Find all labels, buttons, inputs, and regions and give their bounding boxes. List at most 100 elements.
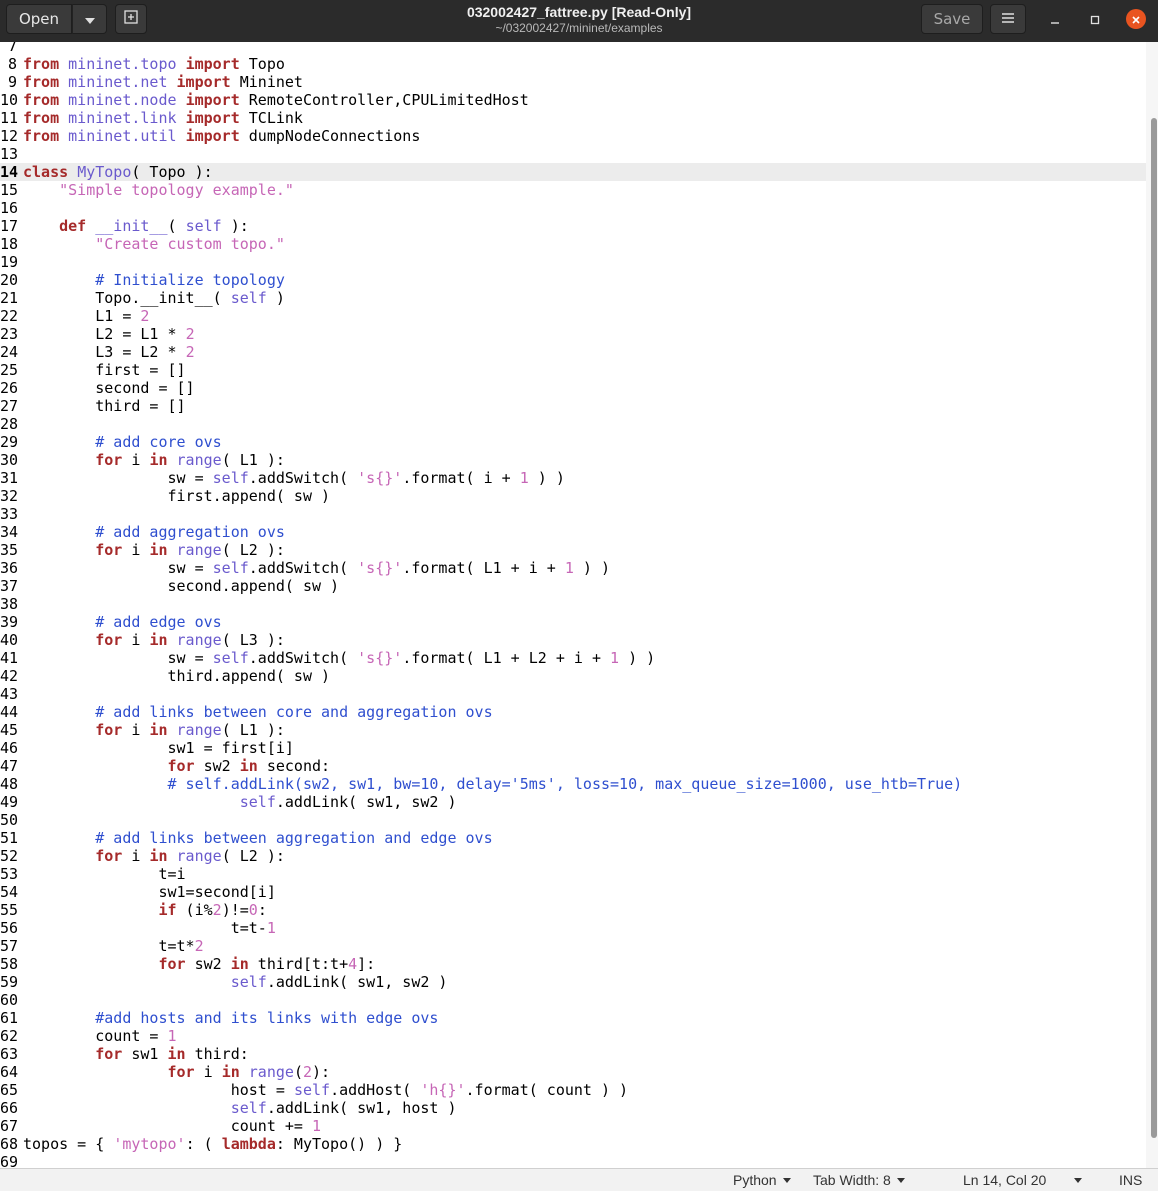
code-line[interactable]: 56 t=t-1	[0, 919, 1146, 937]
code-editor[interactable]: 7 8 from mininet.topo import Topo 9 from min…	[0, 42, 1146, 1168]
line-number: 52	[0, 847, 19, 865]
code-line[interactable]: 63 for sw1 in third:	[0, 1045, 1146, 1063]
code-line[interactable]: 42 third.append( sw )	[0, 667, 1146, 685]
code-text: for sw1 in third:	[95, 1045, 249, 1063]
code-line[interactable]: 24 L3 = L2 * 2	[0, 343, 1146, 361]
header-bar: Open 032002427_fattree.py [Read-Only] ~/…	[0, 0, 1158, 43]
maximize-button[interactable]	[1085, 9, 1105, 29]
code-text: first.append( sw )	[23, 487, 331, 505]
code-text: def __init__( self ):	[59, 217, 249, 235]
code-line[interactable]: 36 sw = self.addSwitch( 's{}'.format( L1…	[0, 559, 1146, 577]
line-number: 48	[0, 775, 19, 793]
code-text: for sw2 in third[t:t+4]:	[158, 955, 376, 973]
code-line[interactable]: 21 Topo.__init__( self )	[0, 289, 1146, 307]
code-line[interactable]: 8 from mininet.topo import Topo	[0, 55, 1146, 73]
code-line[interactable]: 11 from mininet.link import TCLink	[0, 109, 1146, 127]
code-line[interactable]: 19	[0, 253, 1146, 271]
code-line[interactable]: 41 sw = self.addSwitch( 's{}'.format( L1…	[0, 649, 1146, 667]
code-line[interactable]: 66 self.addLink( sw1, host )	[0, 1099, 1146, 1117]
code-line[interactable]: 30 for i in range( L1 ):	[0, 451, 1146, 469]
code-line[interactable]: 61 #add hosts and its links with edge ov…	[0, 1009, 1146, 1027]
code-line[interactable]: 12 from mininet.util import dumpNodeConne…	[0, 127, 1146, 145]
close-icon	[1131, 10, 1141, 29]
code-line[interactable]: 51 # add links between aggregation and e…	[0, 829, 1146, 847]
line-number: 11	[0, 109, 19, 127]
code-line[interactable]: 16	[0, 199, 1146, 217]
code-line[interactable]: 9 from mininet.net import Mininet	[0, 73, 1146, 91]
line-number: 28	[0, 415, 19, 433]
line-number: 62	[0, 1027, 19, 1045]
code-line[interactable]: 13	[0, 145, 1146, 163]
code-line[interactable]: 67 count += 1	[0, 1117, 1146, 1135]
code-line[interactable]: 62 count = 1	[0, 1027, 1146, 1045]
code-line[interactable]: 46 sw1 = first[i]	[0, 739, 1146, 757]
line-number: 23	[0, 325, 19, 343]
code-line[interactable]: 68 topos = { 'mytopo': ( lambda: MyTopo()…	[0, 1135, 1146, 1153]
line-number: 63	[0, 1045, 19, 1063]
code-line[interactable]: 20 # Initialize topology	[0, 271, 1146, 289]
line-number: 22	[0, 307, 19, 325]
code-line[interactable]: 10 from mininet.node import RemoteControl…	[0, 91, 1146, 109]
scrollbar-thumb[interactable]	[1151, 118, 1157, 1138]
code-line[interactable]: 40 for i in range( L3 ):	[0, 631, 1146, 649]
line-number: 58	[0, 955, 19, 973]
code-line[interactable]: 17 def __init__( self ):	[0, 217, 1146, 235]
code-line[interactable]: 50	[0, 811, 1146, 829]
line-number: 45	[0, 721, 19, 739]
code-line[interactable]: 53 t=i	[0, 865, 1146, 883]
code-line[interactable]: 25 first = []	[0, 361, 1146, 379]
code-line[interactable]: 31 sw = self.addSwitch( 's{}'.format( i …	[0, 469, 1146, 487]
code-text: from mininet.util import dumpNodeConnect…	[23, 127, 421, 145]
code-line[interactable]: 26 second = []	[0, 379, 1146, 397]
code-line[interactable]: 38	[0, 595, 1146, 613]
code-line[interactable]: 59 self.addLink( sw1, sw2 )	[0, 973, 1146, 991]
code-line[interactable]: 58 for sw2 in third[t:t+4]:	[0, 955, 1146, 973]
code-line[interactable]: 35 for i in range( L2 ):	[0, 541, 1146, 559]
code-line[interactable]: 33	[0, 505, 1146, 523]
code-line[interactable]: 22 L1 = 2	[0, 307, 1146, 325]
code-line[interactable]: 37 second.append( sw )	[0, 577, 1146, 595]
code-line[interactable]: 23 L2 = L1 * 2	[0, 325, 1146, 343]
code-line[interactable]: 28	[0, 415, 1146, 433]
code-text: # add core ovs	[95, 433, 222, 451]
code-line[interactable]: 34 # add aggregation ovs	[0, 523, 1146, 541]
line-number: 35	[0, 541, 19, 559]
code-line[interactable]: 60	[0, 991, 1146, 1009]
code-text: second.append( sw )	[23, 577, 340, 595]
code-line[interactable]: 48 # self.addLink(sw2, sw1, bw=10, delay…	[0, 775, 1146, 793]
code-line[interactable]: 57 t=t*2	[0, 937, 1146, 955]
code-line[interactable]: 65 host = self.addHost( 'h{}'.format( co…	[0, 1081, 1146, 1099]
save-button[interactable]: Save	[921, 4, 983, 34]
code-line[interactable]: 52 for i in range( L2 ):	[0, 847, 1146, 865]
code-line[interactable]: 14 class MyTopo( Topo ):	[0, 163, 1146, 181]
code-line[interactable]: 54 sw1=second[i]	[0, 883, 1146, 901]
code-text: L1 = 2	[23, 307, 150, 325]
language-selector[interactable]: Python	[733, 1172, 791, 1188]
tab-width-selector[interactable]: Tab Width: 8	[813, 1172, 905, 1188]
insert-mode-indicator[interactable]: INS	[1119, 1172, 1142, 1188]
code-line[interactable]: 44 # add links between core and aggregat…	[0, 703, 1146, 721]
hamburger-menu-button[interactable]	[990, 4, 1026, 34]
line-number: 8	[7, 55, 17, 73]
code-line[interactable]: 7	[0, 42, 1146, 55]
code-line[interactable]: 55 if (i%2)!=0:	[0, 901, 1146, 919]
code-line[interactable]: 69	[0, 1153, 1146, 1168]
code-line[interactable]: 29 # add core ovs	[0, 433, 1146, 451]
code-line[interactable]: 18 "Create custom topo."	[0, 235, 1146, 253]
line-number: 54	[0, 883, 19, 901]
code-line[interactable]: 39 # add edge ovs	[0, 613, 1146, 631]
minimize-icon	[1050, 10, 1060, 29]
code-line[interactable]: 27 third = []	[0, 397, 1146, 415]
code-line[interactable]: 47 for sw2 in second:	[0, 757, 1146, 775]
code-line[interactable]: 64 for i in range(2):	[0, 1063, 1146, 1081]
cursor-position-selector[interactable]: Ln 14, Col 20	[963, 1172, 1083, 1188]
code-line[interactable]: 45 for i in range( L1 ):	[0, 721, 1146, 739]
code-line[interactable]: 32 first.append( sw )	[0, 487, 1146, 505]
close-button[interactable]	[1126, 9, 1146, 29]
code-text: sw1=second[i]	[23, 883, 276, 901]
minimize-button[interactable]	[1045, 9, 1065, 29]
code-line[interactable]: 43	[0, 685, 1146, 703]
code-text: # add edge ovs	[95, 613, 222, 631]
code-line[interactable]: 15 "Simple topology example."	[0, 181, 1146, 199]
code-line[interactable]: 49 self.addLink( sw1, sw2 )	[0, 793, 1146, 811]
